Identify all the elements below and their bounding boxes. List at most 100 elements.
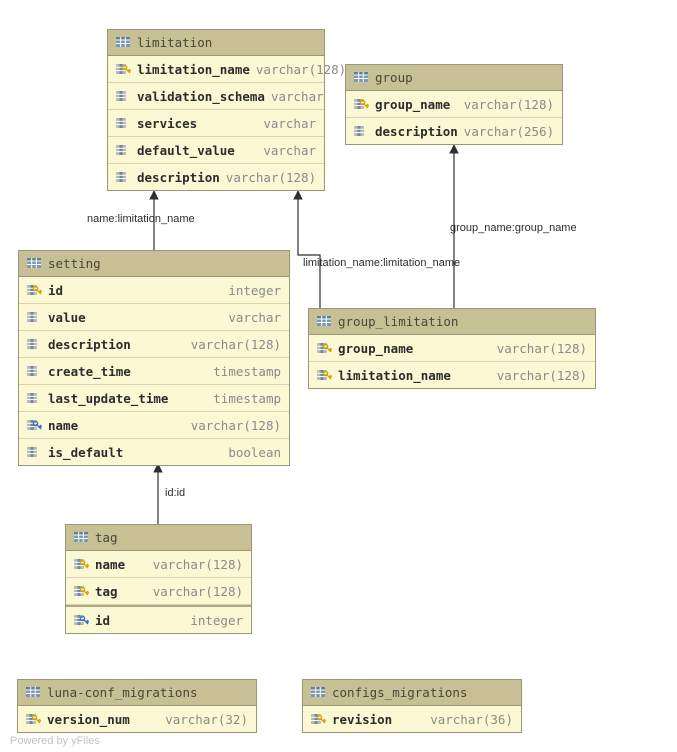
table-icon	[26, 687, 41, 698]
fk-icon	[27, 420, 42, 431]
column-row: services varchar	[108, 110, 324, 137]
entity-rows: group_name varchar(128) description varc…	[346, 91, 562, 144]
entity-group-limitation: group_limitation group_name varchar(128)…	[308, 308, 596, 389]
table-icon	[116, 37, 131, 48]
column-type: timestamp	[213, 391, 281, 406]
entity-title: tag	[66, 525, 251, 551]
pk-icon	[26, 714, 41, 725]
column-type: varchar	[228, 310, 281, 325]
column-row: group_name varchar(128)	[309, 335, 595, 362]
column-type: integer	[228, 283, 281, 298]
column-row: description varchar(128)	[108, 164, 324, 190]
table-icon	[74, 532, 89, 543]
entity-title-text: luna-conf_migrations	[47, 685, 198, 700]
col-icon	[116, 172, 131, 183]
entity-title-text: setting	[48, 256, 101, 271]
column-name: description	[48, 337, 131, 352]
col-icon	[27, 339, 42, 350]
column-type: varchar(128)	[191, 418, 281, 433]
column-name: id	[48, 283, 63, 298]
column-row: revision varchar(36)	[303, 706, 521, 732]
entity-title: limitation	[108, 30, 324, 56]
column-row: limitation_name varchar(128)	[309, 362, 595, 388]
column-type: varchar(36)	[430, 712, 513, 727]
entity-title-text: tag	[95, 530, 118, 545]
entity-title: group_limitation	[309, 309, 595, 335]
entity-limitation: limitation limitation_name varchar(128) …	[107, 29, 325, 191]
column-type: varchar(128)	[256, 62, 346, 77]
col-icon	[116, 118, 131, 129]
col-icon	[27, 312, 42, 323]
entity-title: group	[346, 65, 562, 91]
column-row: tag varchar(128)	[66, 578, 251, 605]
column-type: varchar(128)	[226, 170, 316, 185]
column-row: limitation_name varchar(128)	[108, 56, 324, 83]
table-icon	[311, 687, 326, 698]
column-name: group_name	[375, 97, 450, 112]
column-type: varchar(32)	[165, 712, 248, 727]
column-row: description varchar(256)	[346, 118, 562, 144]
column-type: varchar	[263, 143, 316, 158]
column-row: validation_schema varchar	[108, 83, 324, 110]
col-icon	[27, 447, 42, 458]
column-row: value varchar	[19, 304, 289, 331]
column-name: limitation_name	[338, 368, 451, 383]
col-icon	[27, 393, 42, 404]
column-type: varchar(256)	[464, 124, 554, 139]
table-icon	[317, 316, 332, 327]
pk-icon	[74, 559, 89, 570]
table-icon	[27, 258, 42, 269]
pk-icon	[317, 370, 332, 381]
column-name: value	[48, 310, 86, 325]
column-name: is_default	[48, 445, 123, 460]
column-row: is_default boolean	[19, 439, 289, 465]
pk-icon	[116, 64, 131, 75]
column-name: description	[137, 170, 220, 185]
column-name: default_value	[137, 143, 235, 158]
entity-rows: name varchar(128) tag varchar(128) id in…	[66, 551, 251, 633]
column-name: services	[137, 116, 197, 131]
entity-title: setting	[19, 251, 289, 277]
column-type: varchar	[263, 116, 316, 131]
pk-icon	[354, 99, 369, 110]
edge-label: id:id	[165, 487, 185, 499]
column-type: integer	[190, 613, 243, 628]
entity-tag: tag name varchar(128) tag varchar(128) i…	[65, 524, 252, 634]
column-name: name	[95, 557, 125, 572]
column-row: name varchar(128)	[66, 551, 251, 578]
column-name: description	[375, 124, 458, 139]
entity-configs-migrations: configs_migrations revision varchar(36)	[302, 679, 522, 733]
column-name: last_update_time	[48, 391, 168, 406]
entity-title-text: configs_migrations	[332, 685, 467, 700]
entity-rows: id integer value varchar description var…	[19, 277, 289, 465]
column-row: name varchar(128)	[19, 412, 289, 439]
column-row: id integer	[66, 607, 251, 633]
column-name: validation_schema	[137, 89, 265, 104]
pk-icon	[27, 285, 42, 296]
fk-icon	[74, 615, 89, 626]
pk-icon	[74, 586, 89, 597]
pk-icon	[317, 343, 332, 354]
column-type: varchar(128)	[497, 368, 587, 383]
column-name: limitation_name	[137, 62, 250, 77]
pk-icon	[311, 714, 326, 725]
entity-rows: group_name varchar(128) limitation_name …	[309, 335, 595, 388]
entity-group: group group_name varchar(128) descriptio…	[345, 64, 563, 145]
column-name: create_time	[48, 364, 131, 379]
edge-label: group_name:group_name	[450, 222, 577, 234]
column-type: varchar(128)	[153, 557, 243, 572]
column-row: version_num varchar(32)	[18, 706, 256, 732]
column-type: varchar(128)	[464, 97, 554, 112]
entity-rows: limitation_name varchar(128) validation_…	[108, 56, 324, 190]
column-name: group_name	[338, 341, 413, 356]
diagram-canvas: name:limitation_name limitation_name:lim…	[0, 0, 677, 752]
column-name: tag	[95, 584, 118, 599]
column-type: boolean	[228, 445, 281, 460]
column-type: varchar(128)	[153, 584, 243, 599]
column-row: description varchar(128)	[19, 331, 289, 358]
column-name: version_num	[47, 712, 130, 727]
table-icon	[354, 72, 369, 83]
column-type: timestamp	[213, 364, 281, 379]
column-name: name	[48, 418, 78, 433]
column-name: id	[95, 613, 110, 628]
